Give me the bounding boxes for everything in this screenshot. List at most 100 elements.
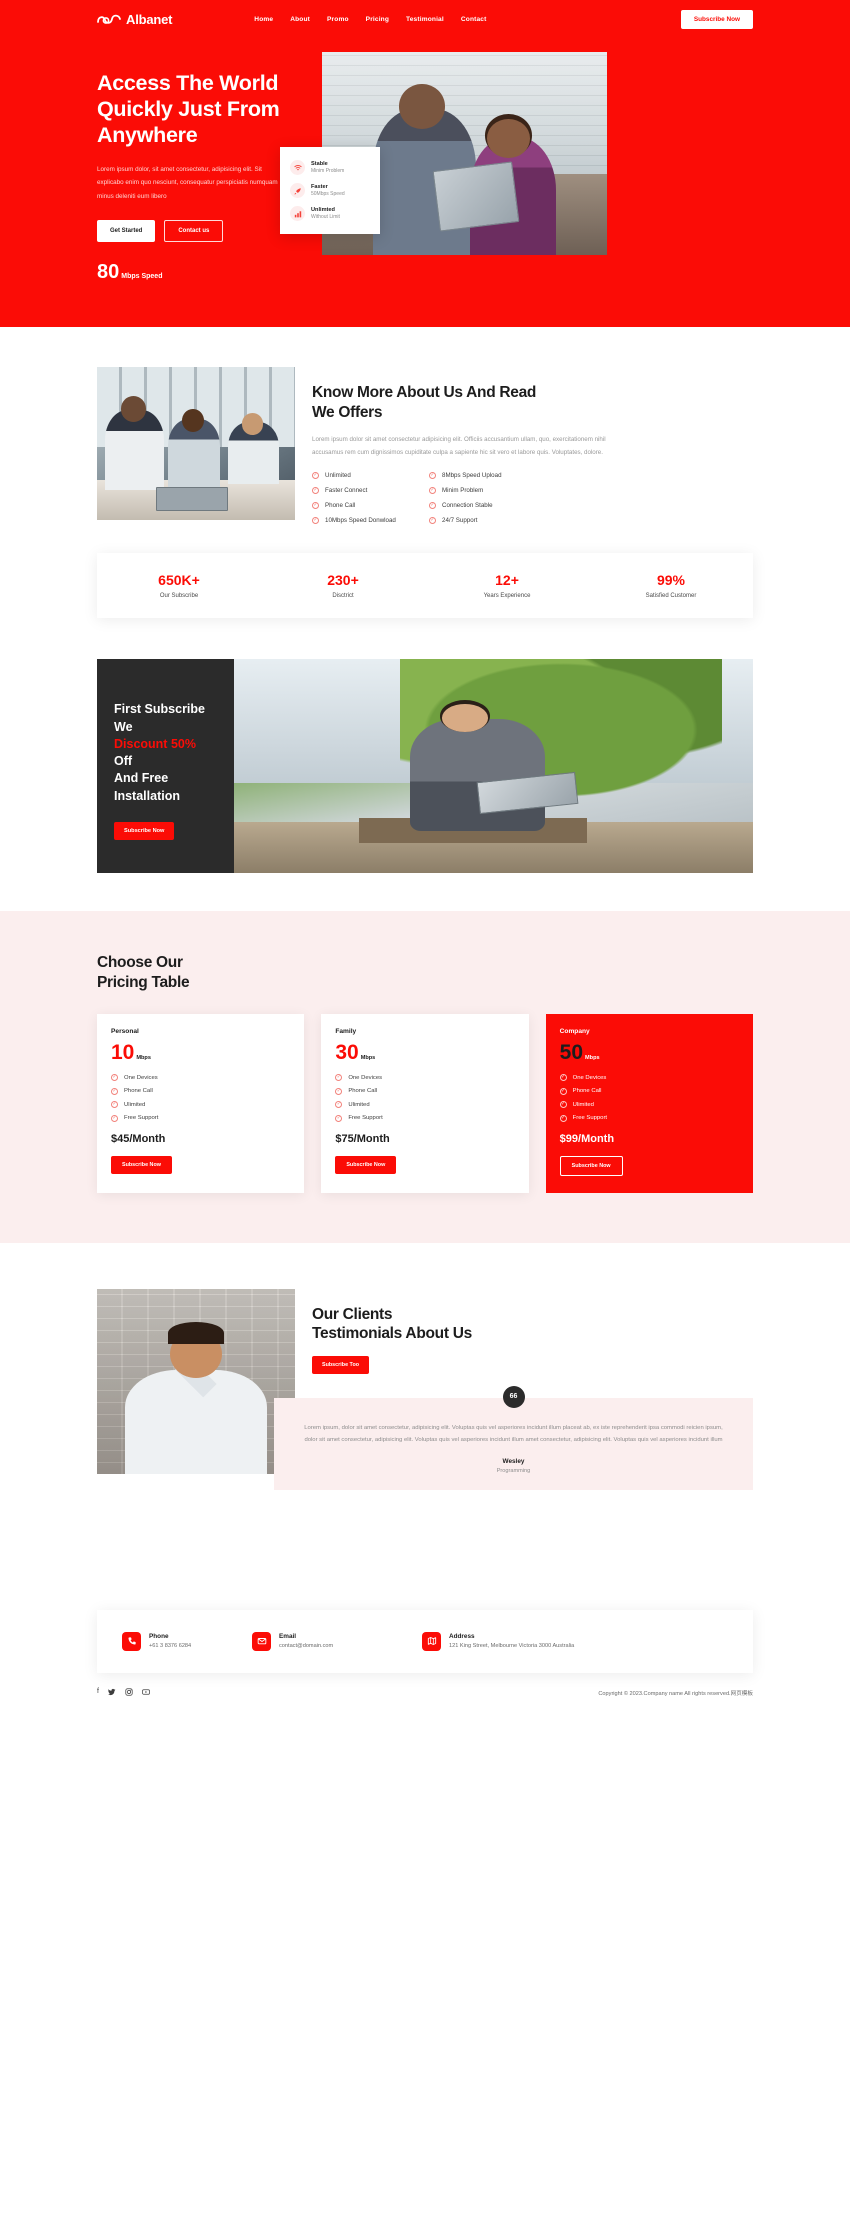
plan-price: $45/Month bbox=[111, 1132, 166, 1145]
about-title: Know More About Us And Read We Offers bbox=[312, 383, 753, 422]
contact-value: +61 3 8376 6284 bbox=[149, 1642, 192, 1649]
plan-feature-label: Phone Call bbox=[348, 1088, 378, 1095]
feature-title: Unlimted bbox=[311, 206, 335, 213]
footer: Phone +61 3 8376 6284 Email contact@doma… bbox=[0, 1490, 850, 1714]
twitter-icon[interactable] bbox=[107, 1688, 116, 1698]
promo-highlight: Discount 50% bbox=[114, 736, 196, 751]
hero-section: Albanet Home About Promo Pricing Testimo… bbox=[0, 0, 850, 328]
nav-item-about[interactable]: About bbox=[290, 16, 310, 23]
check-circle-icon: ✓ bbox=[111, 1074, 118, 1082]
stat-number: 99% bbox=[656, 572, 686, 589]
about-feature-item: ✓ 10Mbps Speed Donwload bbox=[312, 517, 429, 525]
get-started-button[interactable]: Get Started bbox=[97, 220, 156, 243]
quote-mark-icon: 66 bbox=[502, 1385, 525, 1408]
feature-title: Stable bbox=[311, 160, 328, 167]
map-icon bbox=[422, 1631, 441, 1651]
promo-line1: First Subscribe We bbox=[114, 702, 205, 734]
stat-number: 650K+ bbox=[158, 572, 200, 589]
check-circle-icon: ✓ bbox=[312, 502, 319, 510]
plan-feature-label: Free Support bbox=[348, 1115, 383, 1122]
landing-page: Albanet Home About Promo Pricing Testimo… bbox=[0, 0, 850, 1714]
about-feature-label: 10Mbps Speed Donwload bbox=[325, 517, 396, 525]
plan-feature-label: Free Support bbox=[572, 1115, 608, 1122]
testimonial-quote-text: Lorem ipsum, dolor sit amet consectetur,… bbox=[304, 1424, 723, 1444]
about-feature-label: Minim Problem bbox=[442, 487, 484, 495]
stat-number: 230+ bbox=[327, 572, 359, 589]
testimonial-photo-client bbox=[97, 1288, 295, 1474]
check-circle-icon: ✓ bbox=[111, 1114, 118, 1122]
about-title-line2: We Offers bbox=[312, 403, 383, 421]
plan-name: Personal bbox=[111, 1028, 139, 1036]
nav-links: Home About Promo Pricing Testimonial Con… bbox=[254, 16, 486, 23]
feature-item-stable: Stable Minim Problem bbox=[288, 156, 372, 179]
about-feature-label: Unlimited bbox=[325, 472, 351, 480]
subscribe-too-button[interactable]: Subscribe Too bbox=[312, 1355, 370, 1374]
plan-feature-label: One Devices bbox=[124, 1074, 158, 1081]
promo-line3: And Free bbox=[114, 771, 169, 786]
facebook-icon[interactable]: f bbox=[97, 1688, 99, 1698]
plan-name: Company bbox=[559, 1028, 590, 1036]
plan-features: ✓ One Devices ✓ Phone Call ✓ Ulimited ✓ Free… bbox=[335, 1074, 514, 1122]
contact-address[interactable]: Address 121 King Street, Melbourne Victo… bbox=[422, 1631, 574, 1651]
pricing-title: Choose Our Pricing Table bbox=[97, 953, 753, 992]
logo-wave-icon bbox=[97, 14, 121, 24]
hero-title-line2: Quickly Just From bbox=[97, 97, 280, 122]
nav-subscribe-button[interactable]: Subscribe Now bbox=[680, 9, 753, 29]
contact-us-button[interactable]: Contact us bbox=[164, 220, 224, 243]
testimonial-author: Wesley bbox=[502, 1457, 525, 1465]
check-circle-icon: ✓ bbox=[335, 1114, 343, 1122]
plan-feature-label: One Devices bbox=[572, 1074, 607, 1081]
check-circle-icon: ✓ bbox=[111, 1087, 118, 1095]
check-circle-icon: ✓ bbox=[429, 517, 436, 525]
plan-feature-item: ✓ One Devices bbox=[335, 1074, 514, 1082]
contact-email[interactable]: Email contact@domain.com bbox=[252, 1631, 422, 1651]
check-circle-icon: ✓ bbox=[111, 1101, 118, 1109]
instagram-icon[interactable] bbox=[125, 1688, 133, 1698]
hero-paragraph: Lorem ipsum dolor, sit amet consectetur,… bbox=[97, 165, 278, 200]
about-feature-item: ✓ Phone Call bbox=[312, 502, 429, 510]
stat-item: 12+ Years Experience bbox=[425, 572, 589, 599]
pricing-card-family[interactable]: Family 30 Mbps ✓ One Devices ✓ Phone Call … bbox=[321, 1014, 529, 1193]
plan-name: Family bbox=[335, 1028, 357, 1036]
stat-item: 230+ Disctrict bbox=[261, 572, 425, 599]
nav-item-promo[interactable]: Promo bbox=[327, 16, 349, 23]
hero-speed-unit: Mbps Speed bbox=[121, 273, 163, 281]
top-navigation: Albanet Home About Promo Pricing Testimo… bbox=[0, 0, 850, 38]
brand-logo[interactable]: Albanet bbox=[97, 12, 172, 27]
plan-speed-unit: Mbps bbox=[585, 1054, 600, 1061]
nav-item-home[interactable]: Home bbox=[254, 16, 273, 23]
contact-title: Email bbox=[279, 1633, 297, 1641]
plan-speed-value: 50 bbox=[559, 1041, 584, 1065]
plan-subscribe-button[interactable]: Subscribe Now bbox=[111, 1155, 172, 1174]
plan-subscribe-button[interactable]: Subscribe Now bbox=[559, 1155, 623, 1176]
plan-feature-label: Phone Call bbox=[572, 1088, 602, 1095]
check-circle-icon: ✓ bbox=[559, 1101, 567, 1109]
stat-label: Our Subscribe bbox=[159, 593, 199, 600]
plan-feature-item: ✓ Ulimited bbox=[111, 1101, 290, 1109]
plan-feature-label: Phone Call bbox=[124, 1088, 153, 1095]
pricing-card-company[interactable]: Company 50 Mbps ✓ One Devices ✓ Phone Call… bbox=[545, 1014, 753, 1193]
stat-label: Satisfied Customer bbox=[645, 593, 697, 600]
testimonial-section: Our Clients Testimonials About Us Subscr… bbox=[0, 1243, 850, 1490]
promo-subscribe-button[interactable]: Subscribe Now bbox=[114, 821, 175, 840]
about-section: Know More About Us And Read We Offers Lo… bbox=[0, 327, 850, 525]
plan-subscribe-button[interactable]: Subscribe Now bbox=[335, 1155, 397, 1174]
about-feature-item: ✓ 24/7 Support bbox=[429, 517, 753, 525]
about-paragraph: Lorem ipsum dolor sit amet consectetur a… bbox=[312, 436, 606, 457]
plan-feature-label: Ulimited bbox=[348, 1101, 370, 1108]
plan-feature-label: Ulimited bbox=[124, 1101, 146, 1108]
youtube-icon[interactable] bbox=[142, 1688, 150, 1698]
contact-phone[interactable]: Phone +61 3 8376 6284 bbox=[122, 1631, 252, 1651]
nav-item-pricing[interactable]: Pricing bbox=[366, 16, 389, 23]
nav-item-testimonial[interactable]: Testimonial bbox=[406, 16, 444, 23]
plan-feature-label: One Devices bbox=[348, 1074, 383, 1081]
plan-feature-item: ✓ Free Support bbox=[559, 1114, 739, 1122]
testimonial-quote-wrap: 66 Lorem ipsum, dolor sit amet consectet… bbox=[274, 1385, 753, 1490]
nav-item-contact[interactable]: Contact bbox=[461, 16, 487, 23]
pricing-card-personal[interactable]: Personal 10 Mbps ✓ One Devices ✓ Phone Cal… bbox=[97, 1014, 305, 1193]
plan-feature-label: Ulimited bbox=[572, 1101, 594, 1108]
contact-bar: Phone +61 3 8376 6284 Email contact@doma… bbox=[97, 1609, 753, 1673]
hero-speed-stat: 80 Mbps Speed bbox=[97, 262, 312, 282]
promo-line4: Installation bbox=[114, 788, 180, 803]
stat-item: 99% Satisfied Customer bbox=[589, 572, 753, 599]
